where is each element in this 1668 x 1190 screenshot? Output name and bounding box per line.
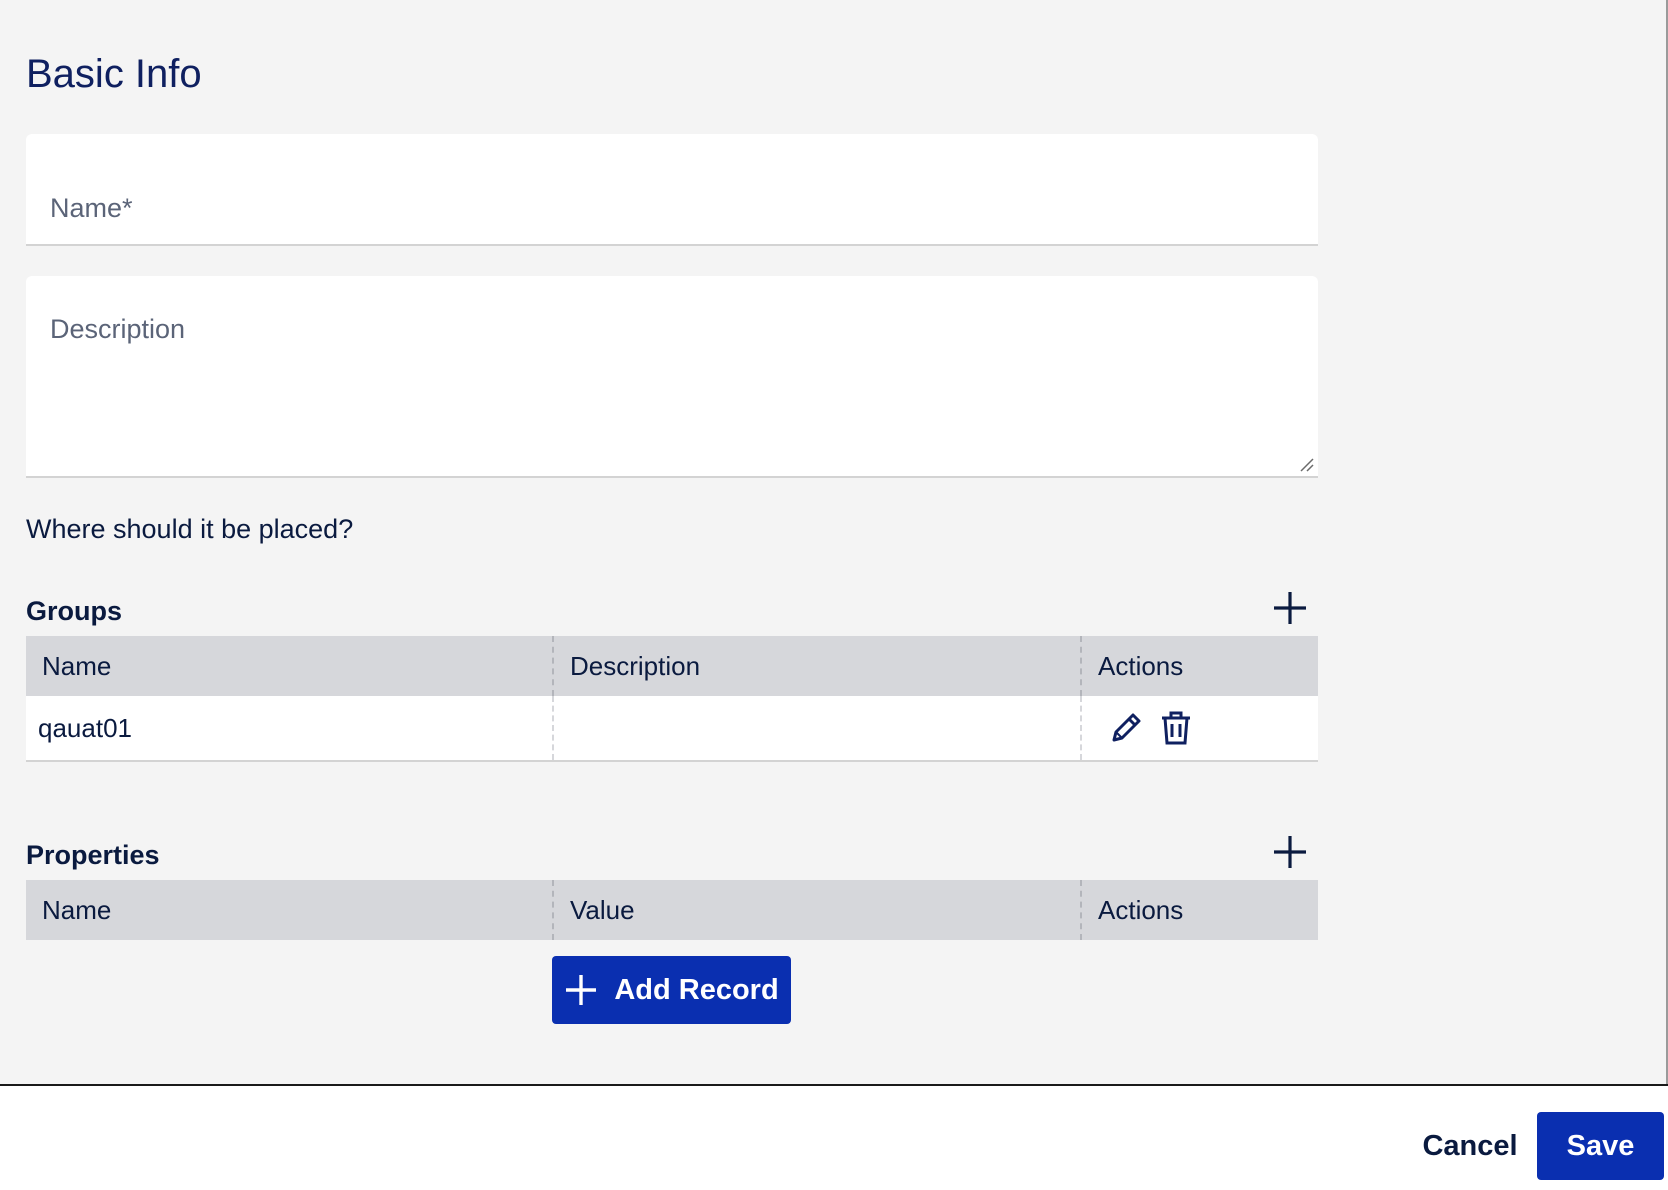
groups-table-header-row: Name Description Actions: [26, 636, 1318, 696]
add-property-plus-icon[interactable]: [1270, 832, 1310, 872]
properties-column-actions: Actions: [1080, 880, 1318, 940]
basic-info-title: Basic Info: [26, 52, 202, 96]
plus-icon: [566, 975, 597, 1005]
groups-title: Groups: [26, 596, 123, 626]
groups-column-actions: Actions: [1080, 636, 1318, 696]
description-field: [26, 276, 1318, 478]
groups-header: Groups: [26, 588, 1318, 636]
add-record-label: Add Record: [614, 973, 779, 1006]
placement-question: Where should it be placed?: [26, 514, 354, 544]
groups-column-description[interactable]: Description: [552, 636, 1081, 696]
pencil-icon[interactable]: [1106, 708, 1146, 748]
groups-column-name[interactable]: Name: [26, 636, 553, 696]
group-description-cell: [552, 696, 1081, 762]
name-field: [26, 134, 1318, 246]
save-button[interactable]: Save: [1537, 1112, 1664, 1180]
properties-table-header-row: Name Value Actions: [26, 880, 1318, 940]
cancel-button[interactable]: Cancel: [1400, 1112, 1540, 1180]
resize-grip-icon[interactable]: [1298, 456, 1314, 472]
add-record-button[interactable]: Add Record: [552, 956, 791, 1024]
properties-header: Properties: [26, 832, 1318, 880]
form-content: Basic Info Where should it be placed? Gr…: [0, 0, 1668, 1084]
add-group-plus-icon[interactable]: [1270, 588, 1310, 628]
group-name-cell: qauat01: [26, 696, 553, 762]
table-row: qauat01: [26, 696, 1318, 762]
trash-icon[interactable]: [1156, 708, 1196, 748]
footer-bar: Cancel Save: [0, 1084, 1668, 1190]
properties-table: Name Value Actions: [26, 880, 1318, 940]
properties-title: Properties: [26, 840, 160, 870]
description-input[interactable]: [26, 276, 1318, 476]
name-input[interactable]: [26, 134, 1318, 244]
properties-column-name[interactable]: Name: [26, 880, 553, 940]
properties-column-value[interactable]: Value: [552, 880, 1081, 940]
page: Basic Info Where should it be placed? Gr…: [0, 0, 1668, 1190]
group-actions-cell: [1080, 696, 1318, 762]
groups-table: Name Description Actions qauat01: [26, 636, 1318, 762]
